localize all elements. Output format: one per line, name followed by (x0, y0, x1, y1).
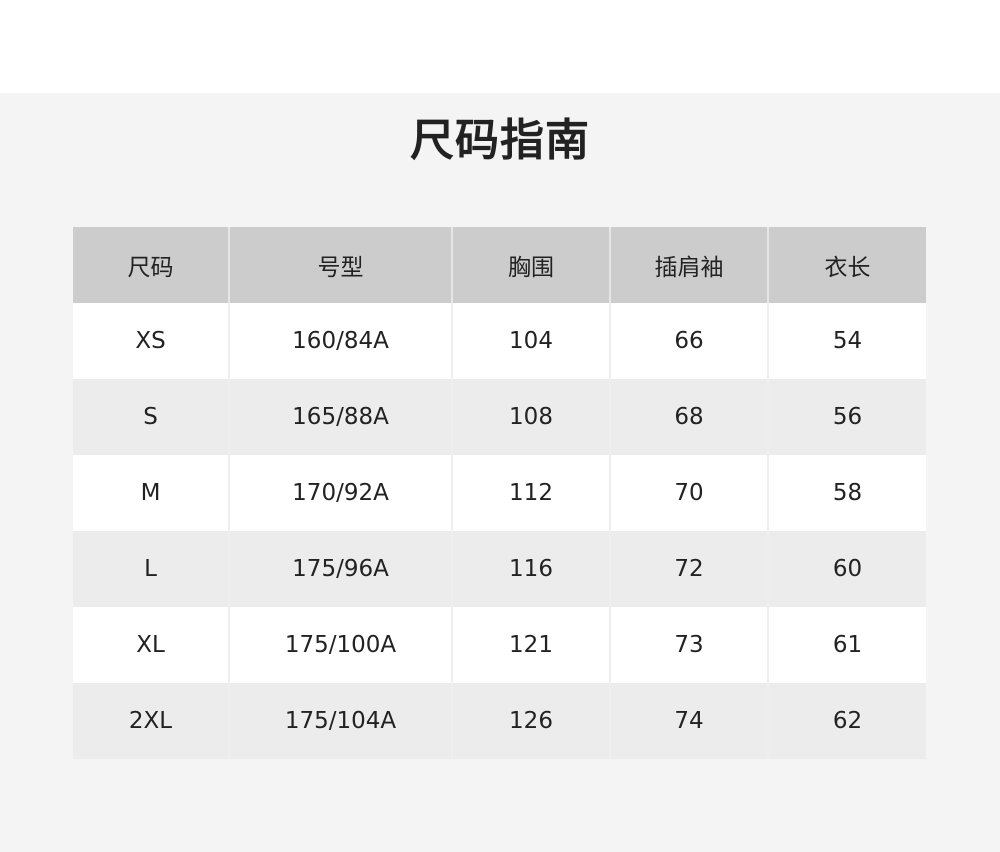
cell-chest: 104 (451, 303, 610, 379)
cell-model: 165/88A (228, 379, 452, 455)
header-chest: 胸围 (451, 227, 610, 303)
cell-length: 60 (767, 531, 926, 607)
cell-length: 56 (767, 379, 926, 455)
cell-length: 54 (767, 303, 926, 379)
cell-length: 61 (767, 607, 926, 683)
table-row: 2XL 175/104A 126 74 62 (73, 683, 926, 759)
cell-size: S (73, 379, 229, 455)
header-sleeve: 插肩袖 (609, 227, 768, 303)
size-chart-table: 尺码 号型 胸围 插肩袖 衣长 XS 160/84A 104 66 54 S 1… (73, 227, 926, 759)
cell-sleeve: 68 (609, 379, 768, 455)
cell-sleeve: 70 (609, 455, 768, 531)
cell-model: 175/104A (228, 683, 452, 759)
header-length: 衣长 (767, 227, 926, 303)
cell-size: L (73, 531, 229, 607)
cell-sleeve: 74 (609, 683, 768, 759)
cell-sleeve: 72 (609, 531, 768, 607)
cell-sleeve: 66 (609, 303, 768, 379)
header-model: 号型 (228, 227, 452, 303)
cell-chest: 121 (451, 607, 610, 683)
cell-length: 58 (767, 455, 926, 531)
cell-chest: 112 (451, 455, 610, 531)
table-header-row: 尺码 号型 胸围 插肩袖 衣长 (73, 227, 926, 303)
cell-chest: 108 (451, 379, 610, 455)
cell-sleeve: 73 (609, 607, 768, 683)
cell-chest: 126 (451, 683, 610, 759)
cell-model: 175/100A (228, 607, 452, 683)
cell-size: XS (73, 303, 229, 379)
cell-chest: 116 (451, 531, 610, 607)
cell-model: 160/84A (228, 303, 452, 379)
table-row: L 175/96A 116 72 60 (73, 531, 926, 607)
page-title: 尺码指南 (410, 115, 590, 166)
table-row: XS 160/84A 104 66 54 (73, 303, 926, 379)
cell-model: 170/92A (228, 455, 452, 531)
cell-size: 2XL (73, 683, 229, 759)
cell-length: 62 (767, 683, 926, 759)
table-row: XL 175/100A 121 73 61 (73, 607, 926, 683)
cell-model: 175/96A (228, 531, 452, 607)
table-row: S 165/88A 108 68 56 (73, 379, 926, 455)
cell-size: M (73, 455, 229, 531)
table-row: M 170/92A 112 70 58 (73, 455, 926, 531)
top-band (0, 0, 1000, 93)
cell-size: XL (73, 607, 229, 683)
header-size: 尺码 (73, 227, 229, 303)
